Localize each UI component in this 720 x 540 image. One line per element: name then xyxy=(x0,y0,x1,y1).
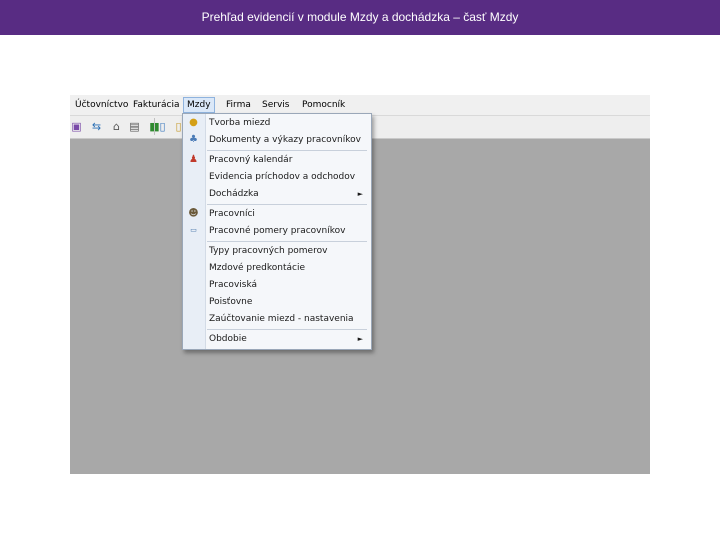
submenu-arrow-icon: ► xyxy=(357,190,363,198)
menu-separator xyxy=(207,204,367,205)
menu-item-dokumenty[interactable]: Dokumenty a výkazy pracovníkov xyxy=(209,133,361,147)
document-icon[interactable]: ▯ xyxy=(156,120,169,133)
menu-pomocnik[interactable]: Pomocník xyxy=(299,98,348,112)
tool-icon-1[interactable]: ▣ xyxy=(70,120,83,133)
menu-item-typy-pomerov[interactable]: Typy pracovných pomerov xyxy=(209,244,327,258)
menu-item-tvorba-miezd[interactable]: Tvorba miezd xyxy=(209,116,270,130)
menu-separator xyxy=(207,241,367,242)
menu-item-mzdove-predkontacie[interactable]: Mzdové predkontácie xyxy=(209,261,305,275)
menu-item-dochadzka[interactable]: Dochádzka xyxy=(209,187,259,201)
menu-item-obdobie[interactable]: Obdobie xyxy=(209,332,247,346)
mzdy-dropdown-menu: ● Tvorba miezd ♣ Dokumenty a výkazy prac… xyxy=(182,113,372,350)
worker-icon: ☻ xyxy=(188,208,199,219)
contract-icon: ▭ xyxy=(190,226,197,234)
menu-uctovnictvo[interactable]: Účtovníctvo xyxy=(72,98,131,112)
slide-title: Prehľad evidencií v module Mzdy a dochád… xyxy=(0,0,720,35)
tool-icon-2[interactable]: ⇆ xyxy=(90,120,103,133)
menu-item-pracovne-pomery[interactable]: Pracovné pomery pracovníkov xyxy=(209,224,345,238)
menu-separator xyxy=(207,329,367,330)
menu-mzdy[interactable]: Mzdy xyxy=(183,97,215,113)
tool-icon-4[interactable]: ▤ xyxy=(128,120,141,133)
menu-fakturacia[interactable]: Fakturácia xyxy=(130,98,183,112)
menu-item-poistovne[interactable]: Poisťovne xyxy=(209,295,252,309)
app-window: Účtovníctvo Fakturácia Mzdy Firma Servis… xyxy=(70,95,650,474)
menu-item-zauctovanie-miezd[interactable]: Zaúčtovanie miezd - nastavenia xyxy=(209,312,354,326)
menu-item-pracoviska[interactable]: Pracoviská xyxy=(209,278,257,292)
documents-people-icon: ♣ xyxy=(189,134,198,145)
bank-icon[interactable]: ⌂ xyxy=(110,120,123,133)
submenu-arrow-icon: ► xyxy=(357,335,363,343)
menu-separator xyxy=(207,150,367,151)
menu-item-evidencia-prichodov[interactable]: Evidencia príchodov a odchodov xyxy=(209,170,355,184)
payroll-coin-icon: ● xyxy=(189,117,198,128)
menu-servis[interactable]: Servis xyxy=(259,98,292,112)
calendar-person-icon: ♟ xyxy=(189,154,198,165)
menu-item-pracovny-kalendar[interactable]: Pracovný kalendár xyxy=(209,153,292,167)
toolbar-separator xyxy=(154,118,155,135)
menu-firma[interactable]: Firma xyxy=(223,98,254,112)
menu-item-pracovnici[interactable]: Pracovníci xyxy=(209,207,255,221)
